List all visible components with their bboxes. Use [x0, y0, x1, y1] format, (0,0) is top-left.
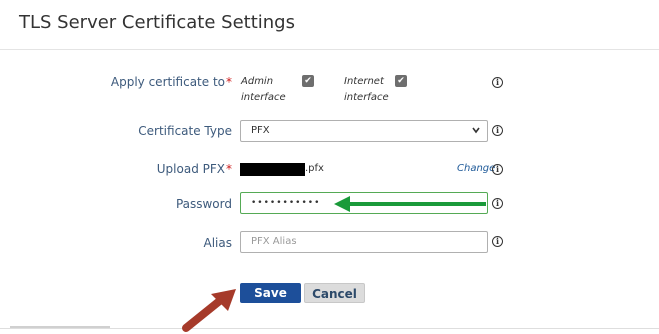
annotation-overlay: [182, 196, 486, 332]
red-annotation-arrow: [182, 289, 236, 332]
green-annotation-arrow: [334, 196, 486, 212]
